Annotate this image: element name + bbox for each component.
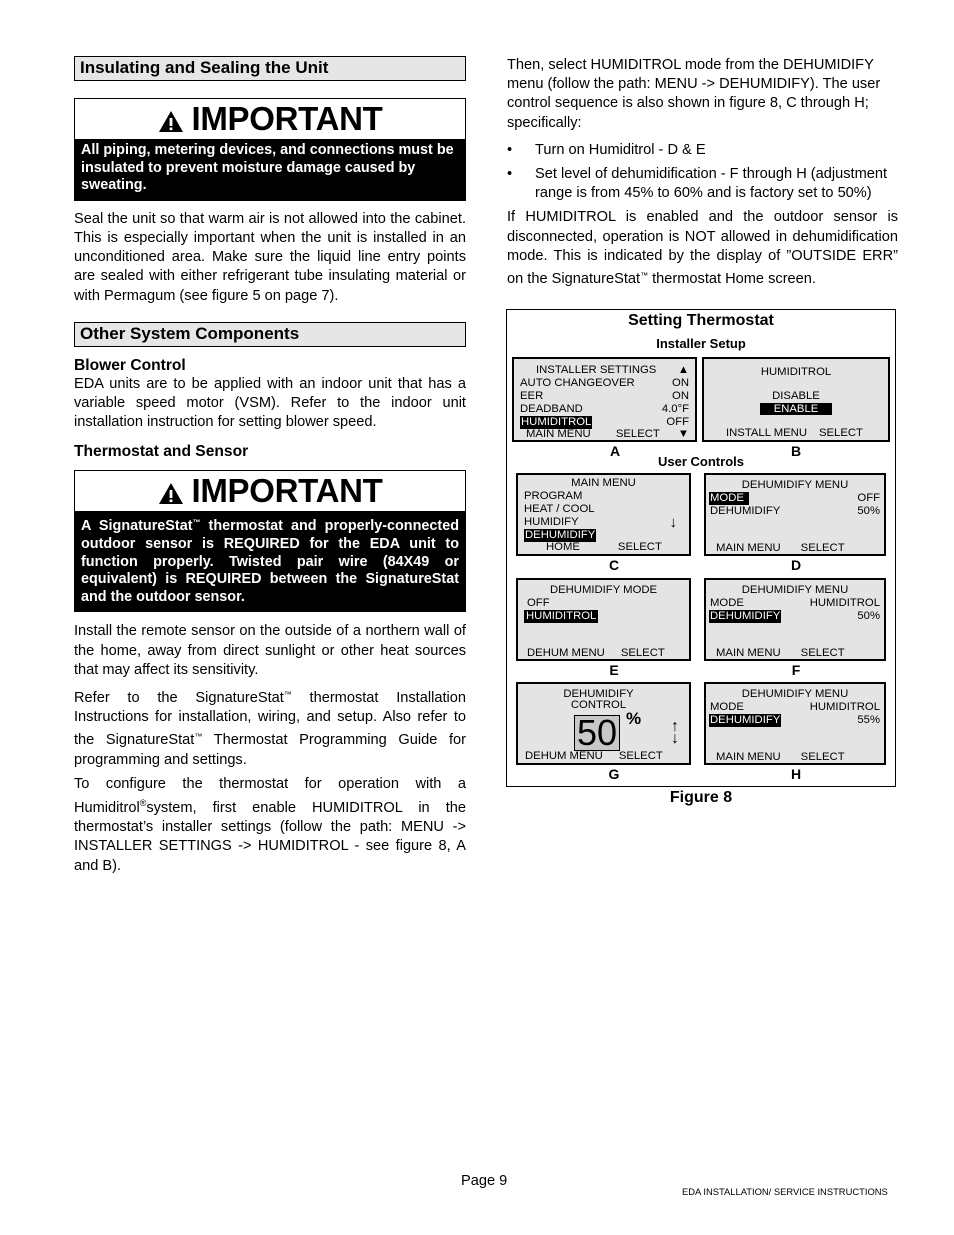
warning-triangle-icon: [158, 110, 183, 132]
setting-row: MODE HUMIDITROL: [710, 701, 880, 713]
scroll-up-icon: ▲: [677, 364, 689, 376]
section-heading-insulating: Insulating and Sealing the Unit: [74, 56, 466, 81]
option-humiditrol-selected: HUMIDITROL: [524, 610, 599, 623]
figure-setting-thermostat: Setting Thermostat Installer Setup INSTA…: [506, 309, 896, 787]
section-heading-other-components: Other System Components: [74, 321, 466, 347]
dehumidify-mode-paragraph: Then, select HUMIDITROL mode from the DE…: [507, 57, 881, 131]
lcd-screen-f: DEHUMIDIFY MENU MODE HUMIDITROL DEHUMIDIF…: [704, 578, 886, 661]
softkey-main-menu: MAIN MENU: [716, 542, 781, 554]
softkey-select: SELECT: [620, 647, 665, 659]
figure-title: Setting Thermostat: [628, 312, 774, 329]
option-off: OFF: [527, 597, 550, 609]
scroll-down-arrow-icon: ↓: [669, 514, 678, 531]
lcd-screen-g: DEHUMIDIFY CONTROL 50 % ↑ ↓ DEHUM MENU SE…: [516, 682, 691, 765]
important-title: IMPORTANT: [191, 472, 383, 510]
lcd-screen-d: DEHUMIDIFY MENU MODE OFF DEHUMIDIFY 50% MA…: [704, 473, 886, 556]
menu-item: HEAT / COOL: [524, 503, 595, 515]
lcd-screen-b: HUMIDITROL DISABLE ENABLE INSTALL MENU SE…: [702, 357, 890, 442]
setting-row: MODE HUMIDITROL: [710, 597, 880, 609]
softkey-main-menu: MAIN MENU: [526, 428, 591, 440]
softkey-select: SELECT: [800, 751, 845, 763]
softkey-select: SELECT: [618, 750, 663, 762]
softkey-select: SELECT: [818, 427, 863, 439]
softkey-select: SELECT: [800, 542, 845, 554]
screen-header: INSTALLER SETTINGS: [536, 364, 657, 376]
user-controls-heading: User Controls: [658, 454, 744, 469]
setting-row: AUTO CHANGEOVER ON: [520, 377, 689, 389]
option-enable-selected: ENABLE: [704, 403, 888, 416]
lcd-screen-a: INSTALLER SETTINGS ▲ AUTO CHANGEOVER ON EE…: [512, 357, 697, 442]
list-item: • Set level of dehumidification - F throu…: [507, 166, 888, 202]
installer-setup-heading: Installer Setup: [656, 336, 746, 351]
screen-label-e: E: [609, 662, 619, 678]
important-title: IMPORTANT: [191, 100, 383, 137]
thermostat-sensor-heading: Thermostat and Sensor: [74, 443, 249, 461]
control-sequence-list: • Turn on Humiditrol - D & E • Set level o…: [507, 141, 898, 204]
list-item: • Turn on Humiditrol - D & E: [507, 141, 706, 158]
softkey-select: SELECT: [800, 647, 845, 659]
right-column: Then, select HUMIDITROL mode from the DE…: [507, 56, 898, 289]
softkey-main-menu: MAIN MENU: [716, 751, 781, 763]
dehumidify-value-display: 50: [574, 715, 621, 751]
menu-item: PROGRAM: [524, 490, 583, 502]
figure-caption: Figure 8: [669, 789, 733, 806]
screen-header: DEHUMIDIFY MENU: [741, 584, 849, 596]
softkey-dehum-menu: DEHUM MENU: [527, 647, 605, 659]
screen-label-d: D: [790, 557, 802, 573]
outside-err-paragraph: If HUMIDITROL is enabled and the outdoor…: [507, 209, 898, 288]
screen-label-c: C: [608, 557, 620, 573]
setting-row-selected: DEHUMIDIFY 50%: [709, 610, 880, 623]
setting-row-selected: DEHUMIDIFY 55%: [709, 714, 880, 727]
softkey-main-menu: MAIN MENU: [716, 647, 781, 659]
blower-control-heading: Blower Control: [74, 356, 186, 374]
screen-header: HUMIDITROL: [760, 366, 832, 378]
important-body: All piping, metering devices, and connec…: [75, 139, 465, 200]
signaturestat-reference-paragraph: Refer to the SignatureStat™ thermostat I…: [74, 689, 466, 768]
important-body: A SignatureStat™ thermostat and properly…: [75, 511, 465, 612]
setting-row: DEHUMIDIFY 50%: [710, 505, 880, 517]
lcd-screen-c: MAIN MENU PROGRAM HEAT / COOL HUMIDIFY ↓ …: [516, 473, 691, 556]
softkey-home: HOME: [546, 541, 580, 553]
sensor-install-paragraph: Install the remote sensor on the outside…: [74, 623, 466, 678]
screen-header: DEHUMIDIFY MENU: [741, 479, 849, 491]
lcd-screen-h: DEHUMIDIFY MENU MODE HUMIDITROL DEHUMIDIF…: [704, 682, 886, 765]
sealing-paragraph: Seal the unit so that warm air is not al…: [74, 210, 466, 304]
adjust-down-arrow-icon: ↓: [671, 730, 679, 747]
screen-header: MAIN MENU: [571, 477, 636, 489]
left-column: Insulating and Sealing the Unit IMPORTAN…: [74, 56, 466, 876]
softkey-select: SELECT: [617, 541, 662, 553]
percent-unit: %: [626, 709, 642, 728]
important-notice-thermostat: IMPORTANT A SignatureStat™ thermostat an…: [74, 470, 466, 613]
screen-header: DEHUMIDIFY MENU: [741, 688, 849, 700]
softkey-select: SELECT: [615, 428, 660, 440]
blower-control-text: EDA units are to be applied with an indo…: [74, 375, 466, 431]
page-number: Page 9: [461, 1173, 508, 1189]
scroll-down-icon: ▼: [677, 428, 689, 440]
lcd-screen-e: DEHUMIDIFY MODE OFF HUMIDITROL DEHUM MEN…: [516, 578, 691, 661]
screen-label-f: F: [791, 662, 801, 678]
screen-label-h: H: [790, 766, 802, 782]
softkey-dehum-menu: DEHUM MENU: [525, 750, 603, 762]
screen-header: DEHUMIDIFY MODE: [549, 584, 658, 596]
screen-header-line2: CONTROL: [570, 699, 627, 711]
option-disable: DISABLE: [772, 390, 820, 402]
menu-item: HUMIDIFY ↓: [524, 514, 678, 531]
humiditrol-config-paragraph: To configure the thermostat for operatio…: [74, 775, 466, 874]
softkey-install-menu: INSTALL MENU: [726, 427, 807, 439]
document-title: EDA INSTALLATION/ SERVICE INSTRUCTIONS: [682, 1186, 888, 1197]
warning-triangle-icon: [158, 482, 183, 504]
setting-row: EER ON: [520, 390, 689, 402]
screen-label-g: G: [608, 766, 620, 782]
setting-row: DEADBAND 4.0°F: [520, 403, 689, 415]
important-notice-insulation: IMPORTANT All piping, metering devices, …: [74, 98, 466, 201]
setting-row-selected: MODE OFF: [709, 492, 880, 505]
